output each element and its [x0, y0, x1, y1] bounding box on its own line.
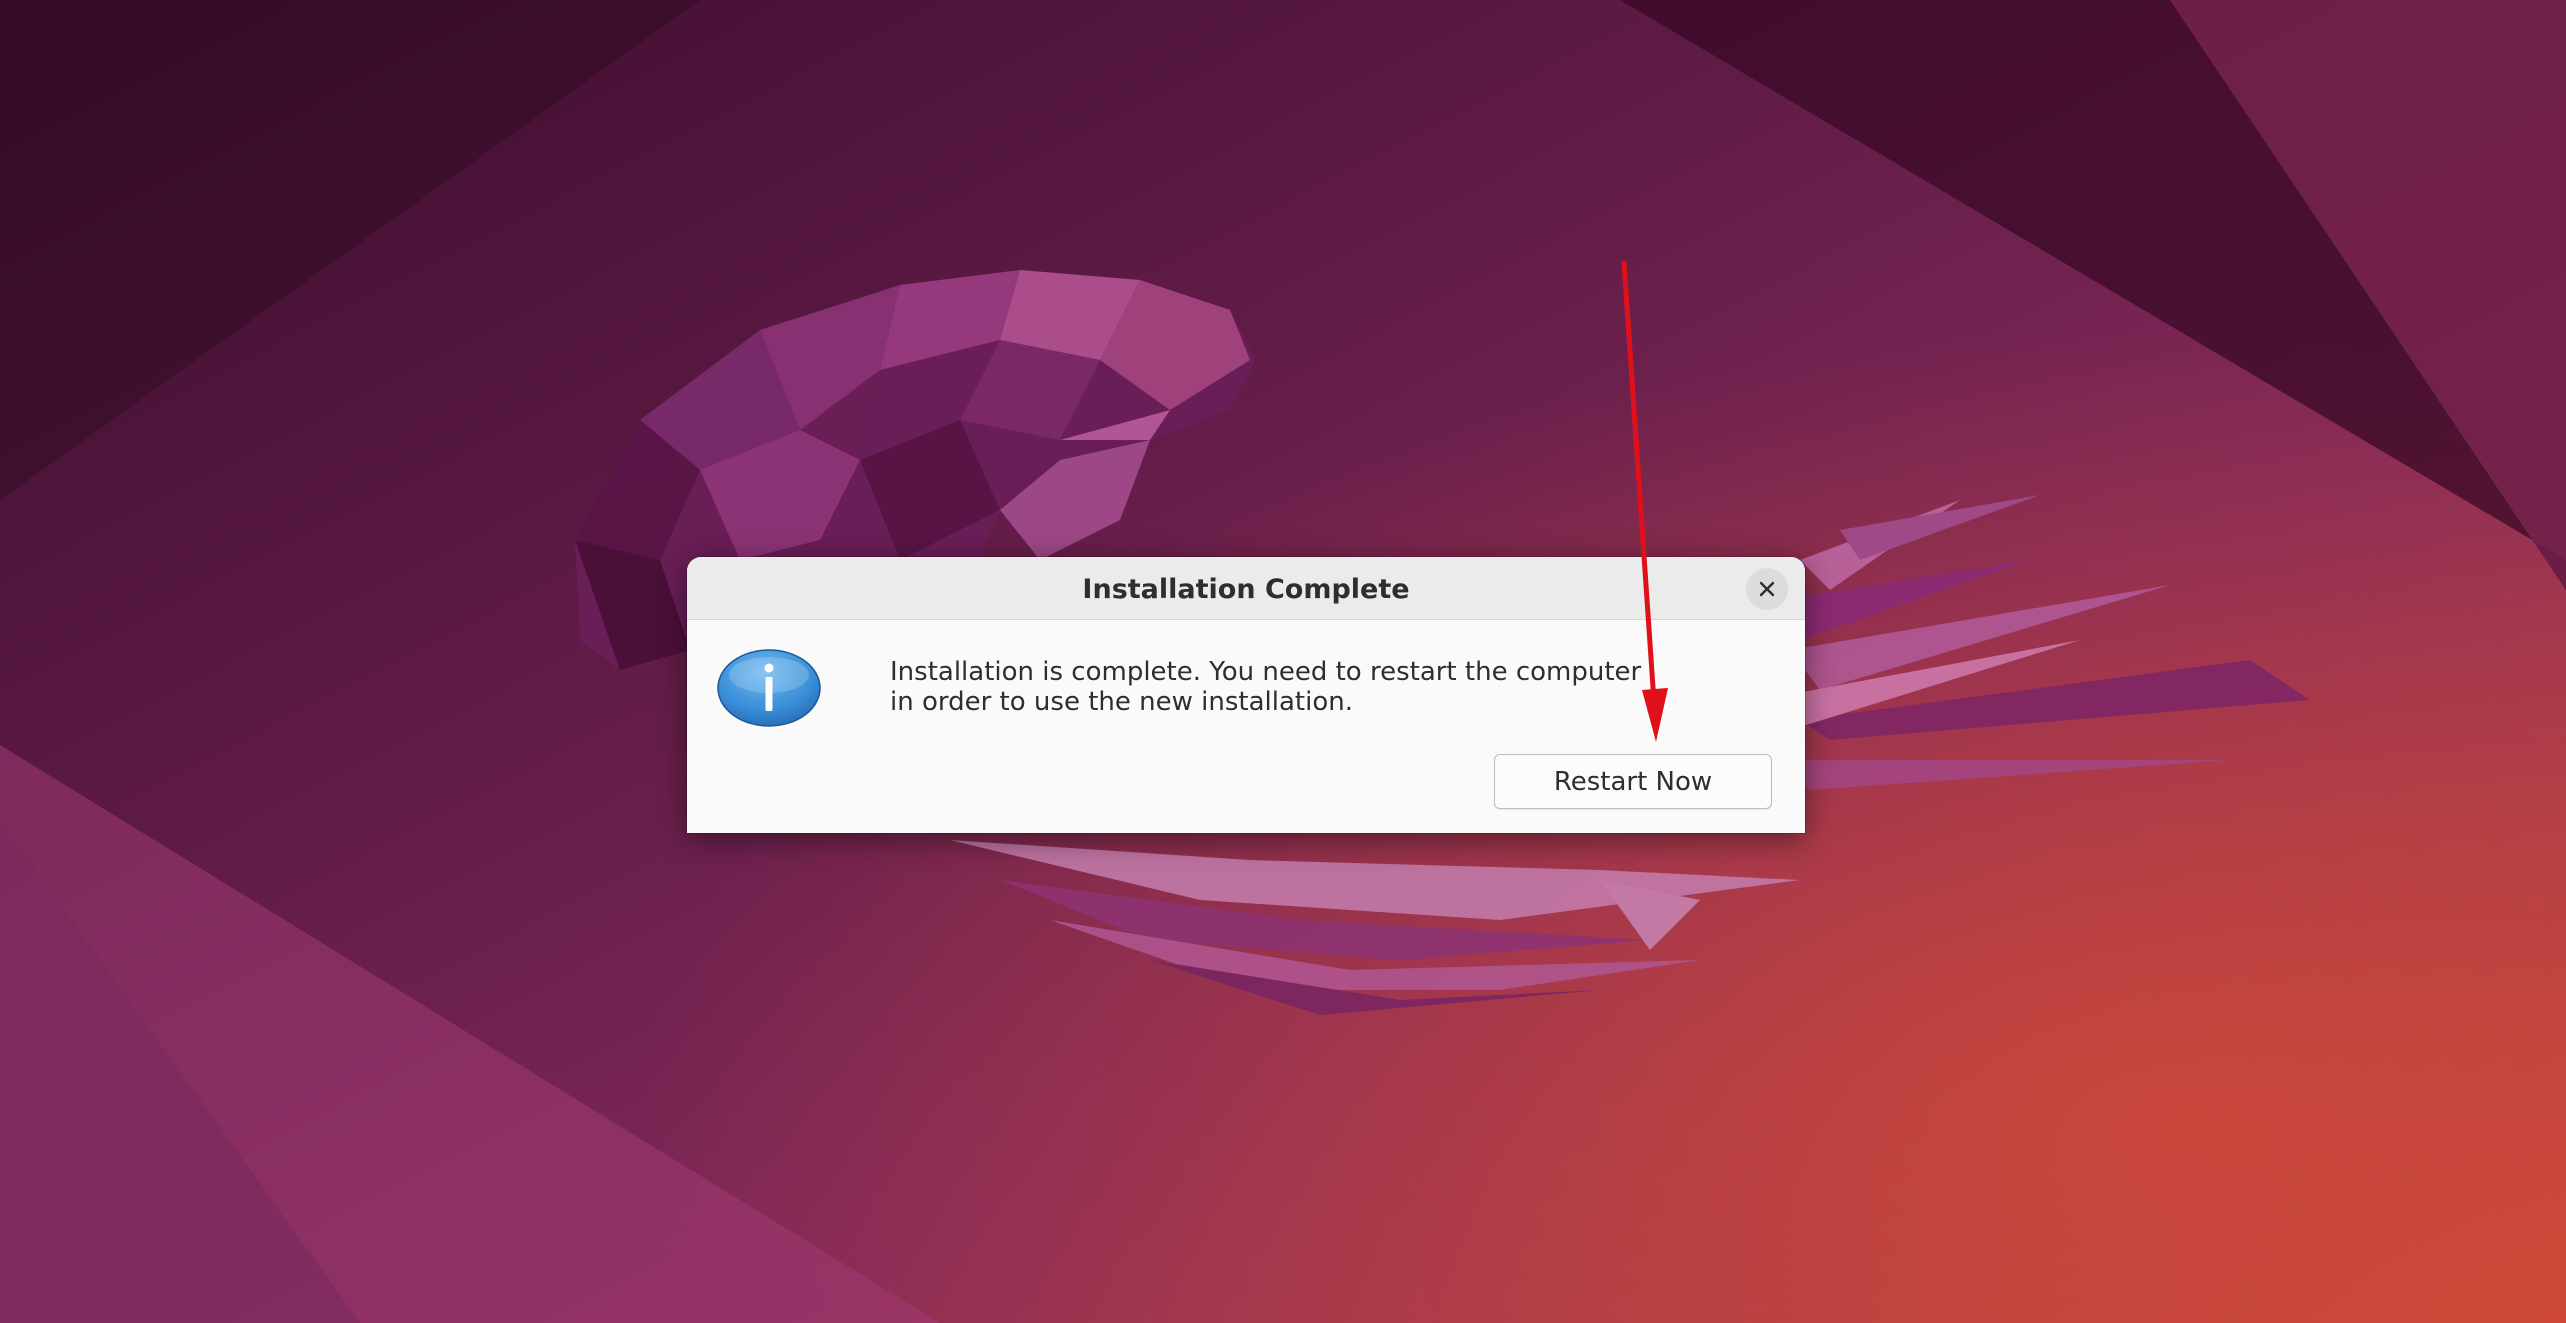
dialog-titlebar: Installation Complete [687, 557, 1805, 620]
message-line-2: in order to use the new installation. [890, 687, 1353, 717]
dialog-message: Installation is complete. You need to re… [890, 657, 1780, 717]
information-icon [717, 649, 821, 727]
installation-complete-dialog: Installation Complete Installation is co… [687, 557, 1805, 833]
dialog-title: Installation Complete [1082, 574, 1410, 605]
restart-now-button[interactable]: Restart Now [1494, 754, 1772, 809]
close-icon [1759, 581, 1775, 597]
close-button[interactable] [1746, 568, 1788, 610]
message-line-1: Installation is complete. You need to re… [890, 657, 1642, 687]
